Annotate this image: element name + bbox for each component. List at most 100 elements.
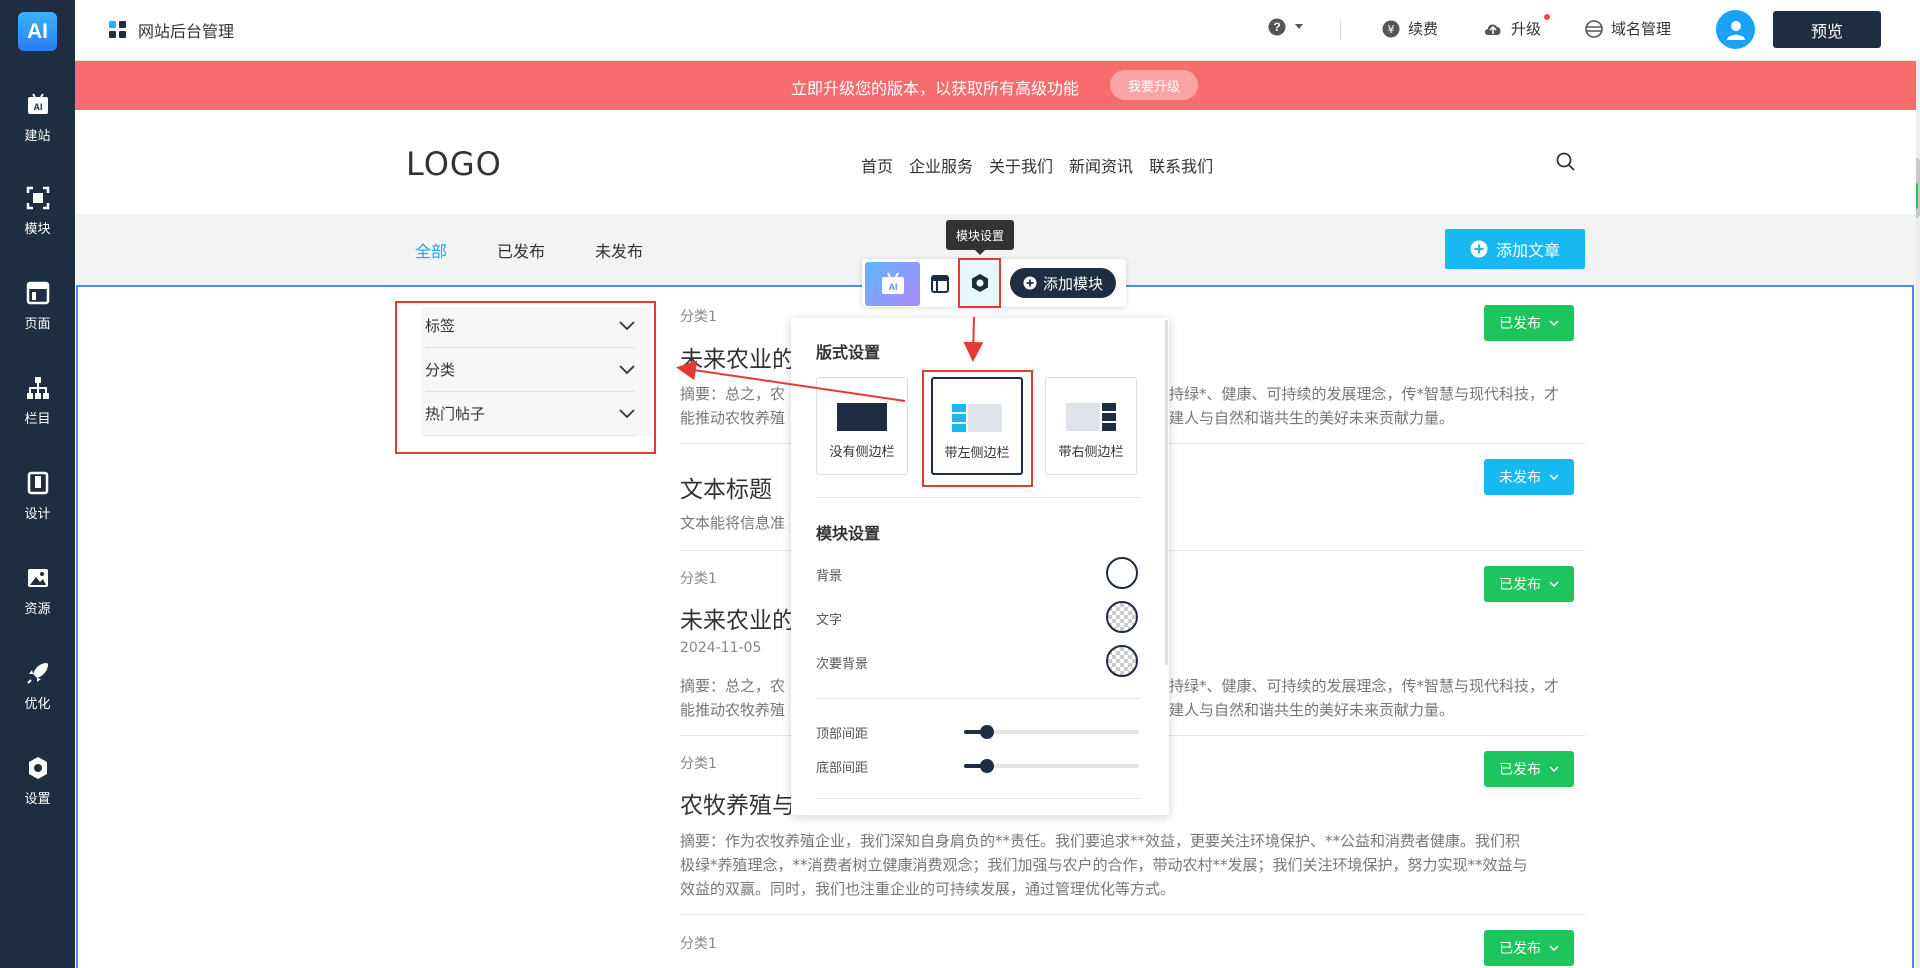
gear-icon <box>28 757 47 779</box>
article-summary: 摘要：作为农牧养殖企业，我们深知自身肩负的**责任。我们要追求**效益，更要关注… <box>680 832 1521 850</box>
rocket-icon <box>26 663 48 684</box>
search-icon[interactable] <box>1556 152 1576 172</box>
svg-text:¥: ¥ <box>1388 23 1395 36</box>
text-color-label: 文字 <box>816 613 843 628</box>
layout-label: 没有侧边栏 <box>829 445 895 460</box>
renew-label: 续费 <box>1408 20 1439 38</box>
nav-module[interactable]: 模块 <box>0 176 75 246</box>
layout-no-sidebar[interactable]: 没有侧边栏 <box>816 377 908 475</box>
nav-design[interactable]: 设计 <box>0 461 75 531</box>
site-nav-item[interactable]: 新闻资讯 <box>1069 153 1133 177</box>
article-summary-cont: 持绿*、健康、可持续的发展理念，传*智慧与现代科技，才 <box>1169 385 1560 403</box>
nav-column[interactable]: 栏目 <box>0 366 75 436</box>
app-logo[interactable]: AI <box>18 12 57 51</box>
secondary-bg-picker[interactable] <box>1106 645 1138 677</box>
tab-all[interactable]: 全部 <box>415 238 447 262</box>
nav-module-label: 模块 <box>24 222 51 237</box>
upgrade-banner: 立即升级您的版本，以获取所有高级功能 我要升级 <box>75 61 1916 110</box>
site-nav-item[interactable]: 关于我们 <box>989 153 1053 177</box>
status-dropdown[interactable]: 已发布 <box>1484 930 1574 966</box>
article-divider <box>680 914 1585 915</box>
text-color-picker[interactable] <box>1106 601 1138 633</box>
user-icon <box>1726 20 1745 40</box>
status-dropdown[interactable]: 未发布 <box>1484 459 1574 495</box>
dashboard-icon <box>109 21 126 38</box>
top-spacing-knob[interactable] <box>980 725 994 739</box>
panel-divider <box>816 798 1140 799</box>
layout-icon <box>931 275 949 293</box>
status-dropdown[interactable]: 已发布 <box>1484 566 1574 602</box>
add-article-button[interactable]: 添加文章 <box>1445 229 1585 269</box>
status-dropdown[interactable]: 已发布 <box>1484 305 1574 341</box>
nav-page[interactable]: 页面 <box>0 271 75 341</box>
user-avatar[interactable] <box>1716 10 1755 49</box>
preview-button[interactable]: 预览 <box>1773 11 1881 48</box>
article-title[interactable]: 未来农业的 <box>680 601 795 635</box>
article-summary-cont: 持绿*、健康、可持续的发展理念，传*智慧与现代科技，才 <box>1169 677 1560 695</box>
article-title[interactable]: 未来农业的 <box>680 340 795 374</box>
nav-settings[interactable]: 设置 <box>0 746 75 816</box>
upgrade-button[interactable]: 升级 <box>1483 18 1541 39</box>
domain-label: 域名管理 <box>1611 20 1672 38</box>
article-summary: 效益的双赢。同时，我们也注重企业的可持续发展，通过管理优化等方式。 <box>680 880 1176 898</box>
module-icon <box>26 186 49 210</box>
top-spacing-label: 顶部间距 <box>816 727 869 742</box>
module-settings-tooltip: 模块设置 <box>946 220 1014 250</box>
nav-column-label: 栏目 <box>24 412 51 427</box>
nav-build-label: 建站 <box>24 129 51 144</box>
module-settings-button[interactable] <box>958 258 1001 308</box>
article-category: 分类1 <box>680 309 717 325</box>
layout-label: 带右侧边栏 <box>1058 445 1124 460</box>
help-dropdown[interactable]: ? <box>1268 18 1304 36</box>
banner-upgrade-button[interactable]: 我要升级 <box>1110 70 1198 100</box>
right-sidebar-thumb <box>1066 403 1116 431</box>
site-nav-item[interactable]: 联系我们 <box>1149 153 1213 177</box>
renew-button[interactable]: ¥ 续费 <box>1382 18 1438 39</box>
nav-optimize[interactable]: 优化 <box>0 651 75 721</box>
notification-dot <box>1544 14 1550 20</box>
svg-text:AI: AI <box>888 282 897 292</box>
status-label: 未发布 <box>1499 470 1541 486</box>
chevron-down-icon <box>1549 581 1559 587</box>
no-sidebar-thumb <box>837 403 887 431</box>
bottom-spacing-knob[interactable] <box>980 759 994 773</box>
domain-icon <box>1585 19 1603 38</box>
nav-page-label: 页面 <box>24 317 51 332</box>
app-title-text: 网站后台管理 <box>138 22 235 41</box>
nav-design-label: 设计 <box>24 507 51 522</box>
page-icon <box>26 281 49 305</box>
layout-button[interactable] <box>925 266 955 302</box>
tab-unpublished[interactable]: 未发布 <box>595 238 643 262</box>
bg-color-label: 背景 <box>816 569 843 584</box>
layout-right-sidebar[interactable]: 带右侧边栏 <box>1045 377 1137 475</box>
article-category: 分类1 <box>680 756 717 772</box>
article-title[interactable]: 农牧养殖与 <box>680 786 795 820</box>
chevron-down-icon <box>1549 945 1559 951</box>
chevron-down-icon <box>1549 766 1559 772</box>
nav-build[interactable]: AI 建站 <box>0 83 75 153</box>
chevron-down-icon <box>1549 320 1559 326</box>
layout-settings-title: 版式设置 <box>816 343 881 362</box>
svg-text:?: ? <box>1273 20 1280 34</box>
status-label: 已发布 <box>1499 762 1541 778</box>
site-nav-item[interactable]: 企业服务 <box>909 153 973 177</box>
domain-button[interactable]: 域名管理 <box>1585 18 1671 39</box>
left-nav: AI AI 建站 模块 页面 栏目 设计 资源 优化 设置 <box>0 0 75 968</box>
bg-color-picker[interactable] <box>1106 557 1138 589</box>
banner-text: 立即升级您的版本，以获取所有高级功能 <box>791 79 1080 98</box>
status-dropdown[interactable]: 已发布 <box>1484 751 1574 787</box>
article-title[interactable]: 文本标题 <box>680 470 772 504</box>
site-header: LOGO 首页 企业服务 关于我们 新闻资讯 联系我们 <box>75 110 1916 214</box>
selected-layout-highlight <box>922 370 1033 487</box>
ai-module-button[interactable]: AI <box>865 262 920 306</box>
panel-scrollbar[interactable] <box>1165 320 1168 665</box>
site-logo[interactable]: LOGO <box>406 145 502 183</box>
upgrade-label: 升级 <box>1511 20 1542 38</box>
status-label: 已发布 <box>1499 577 1541 593</box>
tab-published[interactable]: 已发布 <box>497 238 545 262</box>
nav-resource[interactable]: 资源 <box>0 556 75 626</box>
ai-build-icon: AI <box>27 93 48 114</box>
add-module-button[interactable]: 添加模块 <box>1010 268 1116 298</box>
site-nav-item[interactable]: 首页 <box>861 153 893 177</box>
article-summary-cont: 建人与自然和谐共生的美好未来贡献力量。 <box>1169 701 1455 719</box>
